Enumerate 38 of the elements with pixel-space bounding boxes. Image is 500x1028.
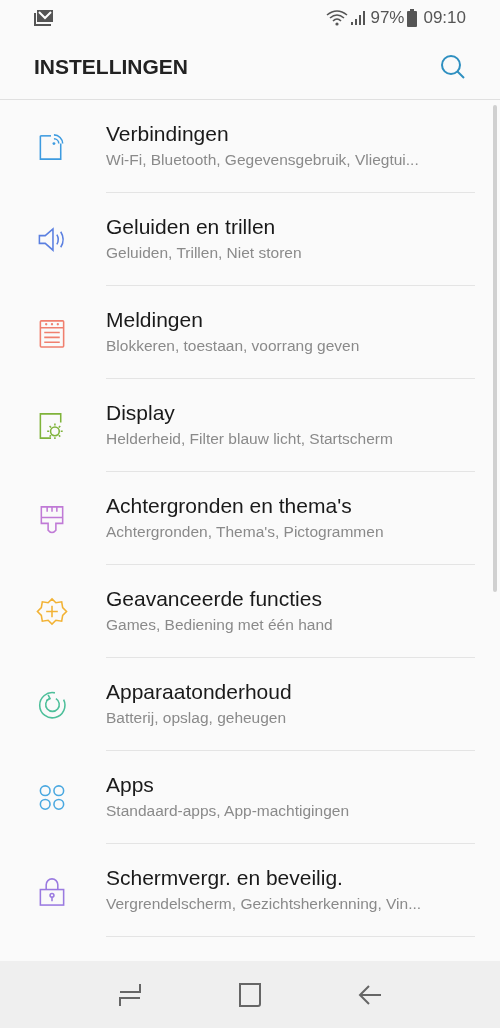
item-title: Geavanceerde functies	[106, 586, 323, 612]
item-subtitle: Standaard-apps, App-machtigingen	[106, 801, 350, 821]
item-subtitle: Geluiden, Trillen, Niet storen	[106, 243, 303, 263]
item-subtitle: Batterij, opslag, geheugen	[106, 708, 288, 728]
clock: 09:10	[423, 6, 466, 29]
item-title: Achtergronden en thema's	[106, 493, 353, 519]
settings-item[interactable]: Apps Standaard-apps, App-machtigingen	[0, 751, 500, 844]
recent-apps-icon[interactable]	[118, 981, 142, 1008]
settings-item[interactable]: Apparaatonderhoud Batterij, opslag, geheugen	[0, 658, 500, 751]
item-title: Display	[106, 400, 176, 426]
page-title: INSTELLINGEN	[34, 54, 189, 81]
settings-item[interactable]: Achtergronden en thema's Achtergronden, Thema's, Pictogrammen	[0, 472, 500, 565]
battery-percentage: 97%	[370, 6, 405, 29]
search-icon[interactable]	[440, 54, 466, 80]
settings-item[interactable]: Geluiden en trillen Geluiden, Trillen, Niet storen	[0, 193, 500, 286]
item-subtitle: Blokkeren, toestaan, voorrang geven	[106, 336, 361, 356]
settings-item[interactable]: Meldingen Blokkeren, toestaan, voorrang geven	[0, 286, 500, 379]
item-title: Geluiden en trillen	[106, 214, 277, 240]
item-subtitle: Games, Bediening met één hand	[106, 615, 334, 635]
settings-item[interactable]: Geavanceerde functies Games, Bediening met één hand	[0, 565, 500, 658]
mail-icon	[34, 8, 54, 27]
item-subtitle: Vergrendelscherm, Gezichtsherkenning, Vin...	[106, 894, 423, 914]
item-title: Meldingen	[106, 307, 204, 333]
item-title: Apps	[106, 772, 155, 798]
item-title: Apparaatonderhoud	[106, 679, 293, 705]
item-title: Schermvergr. en beveilig.	[106, 865, 344, 891]
home-icon[interactable]	[238, 981, 262, 1008]
battery-icon	[407, 8, 418, 27]
wifi-icon	[326, 9, 349, 26]
item-subtitle: Achtergronden, Thema's, Pictogrammen	[106, 522, 385, 542]
settings-item[interactable]: Verbindingen Wi-Fi, Bluetooth, Gegevensgebruik, Vliegtui...	[0, 100, 500, 193]
item-title: Verbindingen	[106, 121, 230, 147]
signal-icon	[350, 9, 367, 26]
scrollbar-thumb[interactable]	[493, 105, 497, 592]
item-subtitle: Wi-Fi, Bluetooth, Gegevensgebruik, Vliegtui...	[106, 150, 420, 170]
settings-item[interactable]: Schermvergr. en beveilig. Vergrendelscherm, Gezichtsherkenning, Vin...	[0, 844, 500, 937]
settings-item[interactable]: Display Helderheid, Filter blauw licht, Startscherm	[0, 379, 500, 472]
item-subtitle: Helderheid, Filter blauw licht, Startscherm	[106, 429, 394, 449]
